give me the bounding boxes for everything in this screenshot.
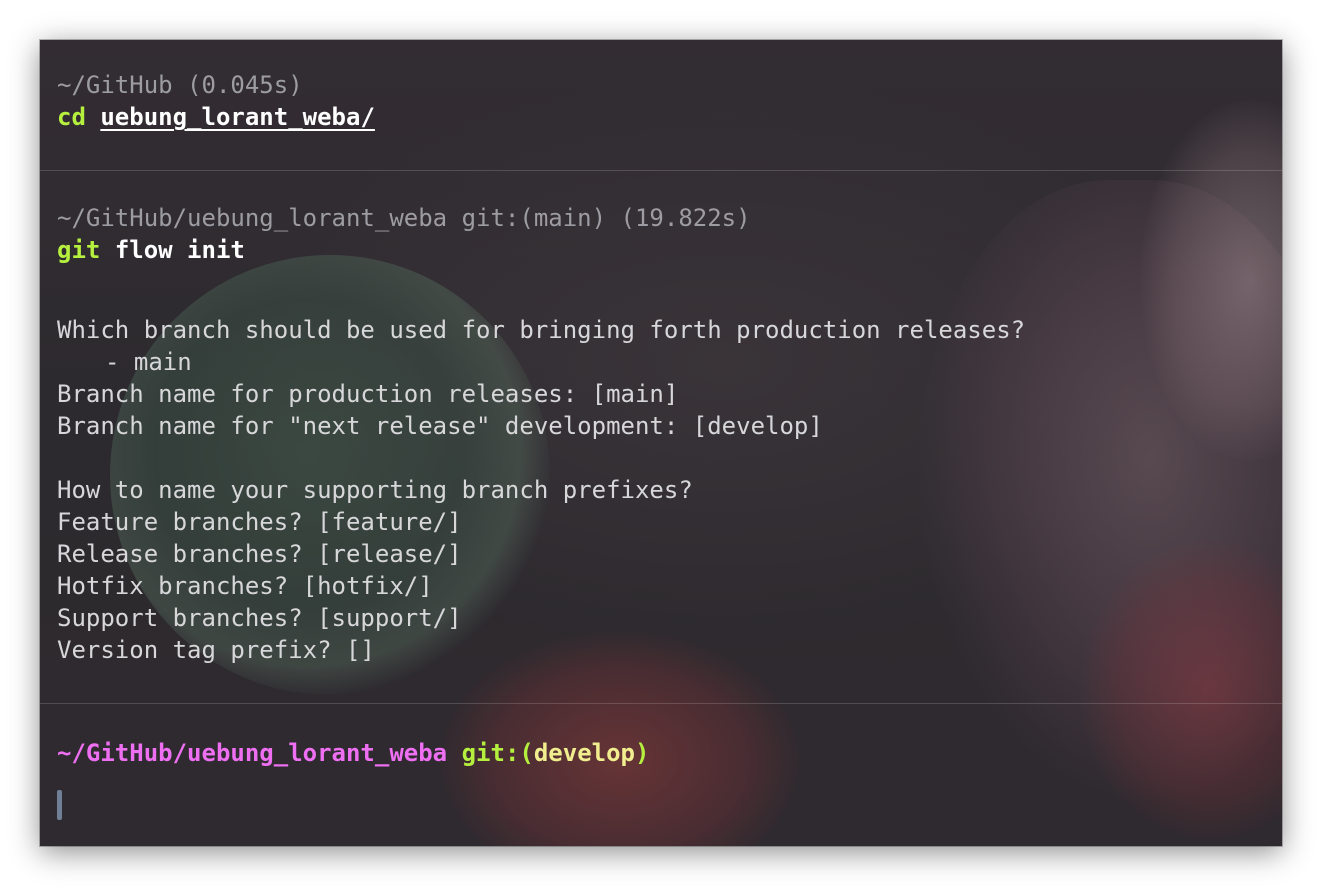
- block-divider: [40, 170, 1282, 171]
- command-verb: cd: [57, 103, 86, 131]
- output-line: Which branch should be used for bringing…: [57, 316, 1026, 344]
- block-meta: ~/GitHub (0.045s): [57, 71, 303, 99]
- output-line: Feature branches? [feature/]: [57, 508, 462, 536]
- terminal-output[interactable]: ~/GitHub (0.045s) cd uebung_lorant_weba/…: [40, 40, 1282, 846]
- output-line: Release branches? [release/]: [57, 540, 462, 568]
- prompt-path: ~/GitHub/uebung_lorant_weba: [57, 739, 448, 767]
- output-line: Hotfix branches? [hotfix/]: [57, 572, 433, 600]
- output-line: Support branches? [support/]: [57, 604, 462, 632]
- output-line: - main: [105, 348, 192, 376]
- block-command: cd uebung_lorant_weba/: [57, 101, 1282, 133]
- command-args: flow init: [114, 236, 245, 264]
- prompt-branch: develop: [533, 739, 635, 767]
- command-path-link[interactable]: uebung_lorant_weba/: [100, 103, 375, 131]
- prompt-line: ~/GitHub/uebung_lorant_weba git:(develop…: [57, 737, 1282, 769]
- output-line: Branch name for production releases: [ma…: [57, 380, 679, 408]
- active-prompt: ~/GitHub/uebung_lorant_weba git:(develop…: [57, 737, 1282, 769]
- input-cursor[interactable]: [57, 790, 62, 820]
- block-command: git flow init: [57, 234, 1282, 266]
- terminal-window[interactable]: ~/GitHub (0.045s) cd uebung_lorant_weba/…: [40, 40, 1282, 846]
- prompt-git-label: git:: [461, 739, 520, 767]
- prompt-open-paren: (: [519, 739, 534, 767]
- block-divider: [40, 703, 1282, 704]
- output-line: Version tag prefix? []: [57, 636, 375, 664]
- command-verb: git: [57, 236, 101, 264]
- prompt-close-paren: ): [635, 739, 650, 767]
- output-line: Branch name for "next release" developme…: [57, 412, 823, 440]
- command-block[interactable]: ~/GitHub/uebung_lorant_weba git:(main) (…: [57, 202, 1282, 666]
- output-line: How to name your supporting branch prefi…: [57, 476, 693, 504]
- block-meta: ~/GitHub/uebung_lorant_weba git:(main) (…: [57, 204, 751, 232]
- command-block[interactable]: ~/GitHub (0.045s) cd uebung_lorant_weba/: [57, 69, 1282, 133]
